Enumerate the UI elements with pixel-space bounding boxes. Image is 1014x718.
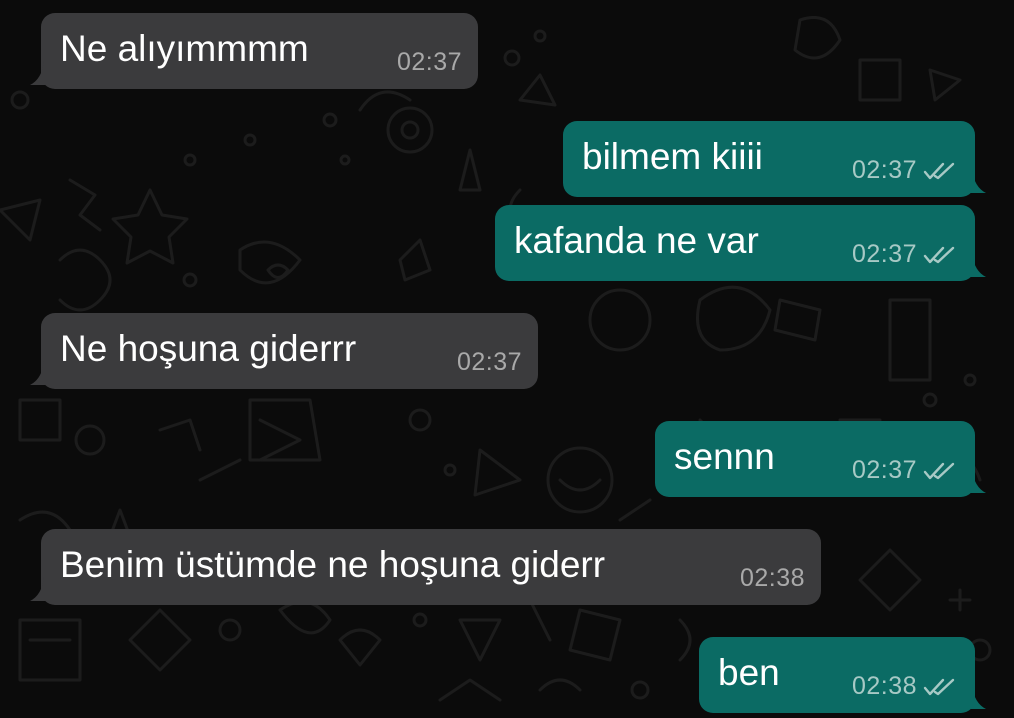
message-meta: 02:37	[852, 456, 957, 485]
message-bubble-incoming[interactable]: Benim üstümde ne hoşuna giderr 02:38	[30, 529, 821, 605]
message-text: sennn	[674, 436, 775, 477]
bubble-tail	[964, 685, 986, 709]
bubble-tail	[30, 577, 52, 601]
message-meta: 02:37	[457, 348, 522, 377]
double-check-icon	[923, 462, 955, 479]
message-time: 02:38	[739, 564, 805, 592]
message-time: 02:38	[851, 672, 917, 700]
bubble-tail	[964, 253, 986, 277]
message-time: 02:37	[851, 156, 917, 184]
message-meta: 02:37	[397, 48, 462, 77]
message-time: 02:37	[851, 240, 917, 268]
bubble-tail	[30, 361, 52, 385]
message-time: 02:37	[456, 348, 522, 376]
message-bubble-outgoing[interactable]: sennn 02:37	[655, 421, 986, 497]
bubble-tail	[964, 169, 986, 193]
chat-view[interactable]: Ne alıyımmmm 02:37 bilmem kiiii 02:37 ka…	[0, 0, 1014, 718]
message-text: kafanda ne var	[514, 220, 759, 261]
message-text: ben	[718, 652, 780, 693]
message-bubble-outgoing[interactable]: bilmem kiiii 02:37	[563, 121, 986, 197]
message-text: Benim üstümde ne hoşuna giderr	[60, 544, 606, 585]
message-bubble-outgoing[interactable]: ben 02:38	[699, 637, 986, 713]
message-meta: 02:38	[740, 564, 805, 593]
double-check-icon	[923, 246, 955, 263]
message-text: Ne alıyımmmm	[60, 28, 309, 69]
message-bubble-incoming[interactable]: Ne alıyımmmm 02:37	[30, 13, 478, 89]
message-text: bilmem kiiii	[582, 136, 763, 177]
message-meta: 02:37	[852, 240, 957, 269]
message-bubble-outgoing[interactable]: kafanda ne var 02:37	[495, 205, 986, 281]
message-text: Ne hoşuna giderrr	[60, 328, 357, 369]
bubble-tail	[30, 61, 52, 85]
double-check-icon	[923, 678, 955, 695]
message-time: 02:37	[396, 48, 462, 76]
double-check-icon	[923, 162, 955, 179]
message-bubble-incoming[interactable]: Ne hoşuna giderrr 02:37	[30, 313, 538, 389]
message-time: 02:37	[851, 456, 917, 484]
bubble-tail	[964, 469, 986, 493]
message-meta: 02:38	[852, 672, 957, 701]
message-meta: 02:37	[852, 156, 957, 185]
